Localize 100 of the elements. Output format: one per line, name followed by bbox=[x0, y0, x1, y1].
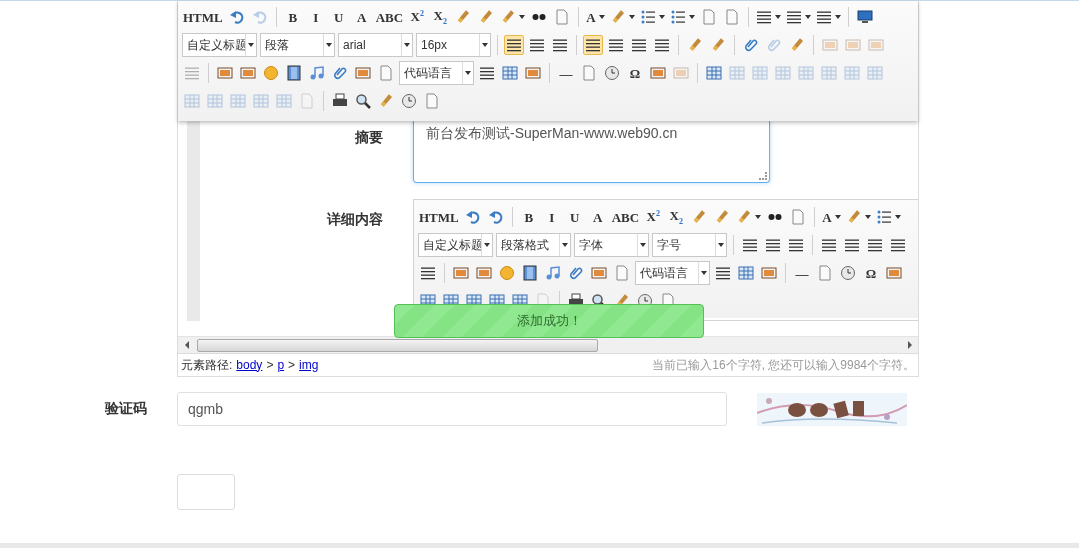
paperclip-icon bbox=[766, 37, 782, 53]
list-icon bbox=[875, 209, 892, 225]
dropdown[interactable]: 段落格式 bbox=[496, 233, 571, 257]
toolbar-button[interactable] bbox=[583, 35, 603, 55]
lines-icon bbox=[755, 9, 772, 25]
toolbar-button[interactable]: — bbox=[556, 63, 576, 83]
caret-icon bbox=[701, 271, 707, 275]
lines-icon bbox=[815, 9, 832, 25]
toolbar-button[interactable]: A bbox=[585, 7, 606, 27]
image-icon bbox=[650, 65, 666, 81]
image-icon bbox=[476, 265, 492, 281]
pencil-icon bbox=[455, 9, 472, 25]
caret-icon bbox=[640, 243, 646, 247]
caret-icon bbox=[465, 71, 471, 75]
toolbar-button[interactable]: I bbox=[541, 207, 562, 227]
image-icon bbox=[868, 37, 884, 53]
lines-icon bbox=[506, 37, 522, 53]
dropdown[interactable]: 代码语言 bbox=[635, 261, 710, 285]
toolbar-button[interactable]: A bbox=[821, 207, 842, 227]
pencil-icon bbox=[500, 9, 517, 25]
scroll-thumb[interactable] bbox=[197, 338, 598, 352]
toolbar-button[interactable]: X$^{2}$ bbox=[643, 207, 664, 227]
toolbar-button[interactable] bbox=[504, 35, 524, 55]
path-separator: > bbox=[266, 357, 274, 372]
dropdown[interactable]: 字体 bbox=[574, 233, 649, 257]
caret-icon bbox=[484, 243, 490, 247]
path-link[interactable]: body bbox=[236, 357, 263, 372]
path-link[interactable]: p bbox=[277, 357, 285, 372]
lines-icon bbox=[788, 237, 804, 253]
toolbar-button[interactable]: B bbox=[518, 207, 539, 227]
paperclip-icon bbox=[332, 65, 348, 81]
field-label: 摘要 bbox=[354, 128, 384, 147]
image-icon bbox=[240, 65, 256, 81]
path-label: 元素路径: bbox=[181, 356, 233, 374]
lines-icon bbox=[654, 37, 670, 53]
left-arrow-icon bbox=[184, 341, 189, 349]
toolbar-button[interactable]: Ω bbox=[861, 263, 881, 283]
toolbar-button[interactable]: HTML bbox=[418, 207, 460, 227]
toolbar-button[interactable]: B bbox=[282, 7, 303, 27]
table-icon bbox=[738, 265, 754, 281]
caret-icon bbox=[718, 243, 724, 247]
path-link[interactable]: img bbox=[299, 357, 319, 372]
image-icon bbox=[822, 37, 838, 53]
lines-icon bbox=[765, 237, 781, 253]
image-icon bbox=[845, 37, 861, 53]
toolbar-button[interactable]: A bbox=[587, 207, 608, 227]
toolbar-button[interactable]: ABC bbox=[374, 7, 405, 27]
image-icon bbox=[886, 265, 902, 281]
table-icon bbox=[502, 65, 518, 81]
page-icon bbox=[614, 265, 630, 281]
list-icon bbox=[639, 9, 656, 25]
lines-icon bbox=[821, 237, 837, 253]
lines-icon bbox=[529, 37, 545, 53]
image-icon bbox=[355, 65, 371, 81]
pencil-icon bbox=[736, 209, 753, 225]
lines-icon bbox=[844, 237, 860, 253]
success-toast: 添加成功！ bbox=[394, 304, 704, 338]
toolbar-button[interactable] bbox=[353, 91, 373, 111]
toolbar-button[interactable]: U bbox=[328, 7, 349, 27]
toolbar-button[interactable]: ABC bbox=[610, 207, 641, 227]
toolbar-button[interactable]: A bbox=[351, 7, 372, 27]
right-arrow-icon bbox=[907, 341, 912, 349]
paperclip-icon bbox=[743, 37, 759, 53]
page-icon bbox=[581, 65, 597, 81]
image-icon bbox=[453, 265, 469, 281]
pencil-icon bbox=[789, 37, 805, 53]
printer-icon bbox=[332, 93, 348, 109]
dropdown[interactable]: 16px bbox=[416, 33, 491, 57]
toolbar-button[interactable]: I bbox=[305, 7, 326, 27]
word-count: 当前已输入16个字符, 您还可以输入9984个字符。 bbox=[652, 356, 915, 374]
lines-icon bbox=[608, 37, 624, 53]
caret-icon bbox=[326, 43, 332, 47]
captcha-field[interactable]: qgmb bbox=[177, 392, 727, 426]
horizontal-scrollbar[interactable] bbox=[178, 336, 918, 353]
page-icon bbox=[299, 93, 315, 109]
text-area[interactable]: 前台发布测试-SuperMan-www.web90.cn bbox=[413, 121, 770, 183]
page-icon bbox=[817, 265, 833, 281]
toolbar-button[interactable]: X$_{2}$ bbox=[666, 207, 687, 227]
toolbar-button[interactable]: Ω bbox=[625, 63, 645, 83]
dropdown[interactable]: 段落 bbox=[260, 33, 335, 57]
table-icon bbox=[706, 65, 722, 81]
clock-icon bbox=[401, 93, 417, 109]
table-icon bbox=[230, 93, 246, 109]
dropdown[interactable]: 字号 bbox=[652, 233, 727, 257]
toolbar-button[interactable]: HTML bbox=[182, 7, 224, 27]
toolbar-button[interactable]: X$_{2}$ bbox=[430, 7, 451, 27]
dropdown[interactable]: 代码语言 bbox=[399, 61, 474, 85]
page-icon bbox=[723, 9, 740, 25]
pencil-icon bbox=[687, 37, 703, 53]
lines-icon bbox=[631, 37, 647, 53]
music-note-icon bbox=[309, 65, 325, 81]
path-separator: > bbox=[288, 357, 296, 372]
dropdown[interactable]: arial bbox=[338, 33, 413, 57]
toolbar-button[interactable]: — bbox=[792, 263, 812, 283]
toolbar-button[interactable]: U bbox=[564, 207, 585, 227]
curved-arrow-icon bbox=[487, 209, 504, 225]
curved-arrow-icon bbox=[464, 209, 481, 225]
toolbar-button[interactable]: X$^{2}$ bbox=[407, 7, 428, 27]
resize-grip-icon bbox=[759, 172, 767, 180]
clock-icon bbox=[604, 65, 620, 81]
